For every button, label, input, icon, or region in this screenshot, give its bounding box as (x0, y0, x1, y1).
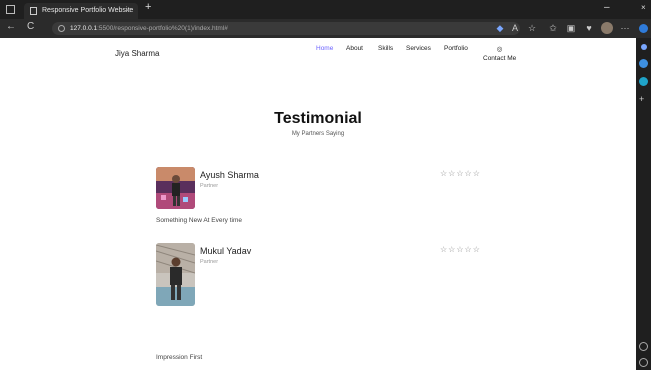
shopping-icon[interactable] (639, 59, 648, 68)
page-favicon-icon (30, 7, 37, 15)
add-sidebar-icon[interactable]: + (639, 95, 648, 104)
site-info-icon[interactable] (58, 25, 65, 32)
favorites-list-icon[interactable]: ✩ (548, 23, 558, 33)
read-aloud-icon[interactable]: A (510, 23, 520, 33)
star-rating-icon: ☆☆☆☆☆ (440, 245, 481, 254)
partner-role: Partner (200, 259, 219, 265)
nav-home[interactable]: Home (316, 45, 333, 52)
nav-skills[interactable]: Skills (378, 45, 393, 52)
minimize-button[interactable]: – (604, 2, 610, 13)
url-path: :5500/responsive-portfolio%20(1)/index.h… (97, 25, 228, 32)
partner-photo (156, 243, 195, 306)
nav-contact-label: Contact Me (483, 55, 517, 62)
back-arrow-icon[interactable]: ← (6, 21, 16, 32)
settings-gear-icon[interactable] (639, 358, 648, 367)
partner-name: Mukul Yadav (200, 246, 252, 256)
partner-photo (156, 167, 195, 209)
testimonial-quote: Something New At Every time (156, 217, 242, 224)
site-brand[interactable]: Jiya Sharma (115, 49, 159, 58)
search-icon[interactable] (641, 44, 647, 50)
window-menu-icon[interactable] (6, 5, 15, 14)
testimonial-quote: Impression First (156, 354, 203, 361)
new-tab-button[interactable]: + (145, 1, 151, 13)
browser-tab[interactable]: Responsive Portfolio Website × (24, 3, 138, 19)
url-host: 127.0.0.1 (70, 25, 98, 32)
portfolio-page: Jiya Sharma Home About Skills Services P… (0, 38, 636, 370)
reload-icon[interactable]: C (27, 21, 34, 32)
nav-contact[interactable]: ◎ Contact Me (483, 45, 516, 63)
section-subtitle: My Partners Saying (291, 131, 345, 137)
nav-portfolio[interactable]: Portfolio (444, 45, 468, 52)
edge-sidebar: + (636, 24, 651, 370)
copilot-icon[interactable] (639, 24, 648, 33)
section-title: Testimonial (274, 110, 362, 127)
address-bar: ← C 127.0.0.1:5500/responsive-portfolio%… (0, 19, 651, 38)
nav-services[interactable]: Services (406, 45, 431, 52)
profile-avatar[interactable] (601, 22, 613, 34)
browser-title-bar: Responsive Portfolio Website × + – × (0, 0, 651, 19)
tools-icon[interactable] (639, 77, 648, 86)
window-close-button[interactable]: × (641, 3, 646, 12)
contact-icon: ◎ (496, 46, 503, 53)
partner-role: Partner (200, 183, 219, 189)
url-field[interactable]: 127.0.0.1:5500/responsive-portfolio%20(1… (52, 22, 520, 35)
tab-title: Responsive Portfolio Website (42, 7, 134, 14)
collections-icon[interactable]: ▣ (566, 23, 576, 33)
browser-essentials-icon[interactable]: ♥ (584, 23, 594, 33)
extension-icon[interactable]: ◆ (495, 23, 505, 33)
nav-about[interactable]: About (346, 45, 363, 52)
sidebar-layout-icon[interactable] (639, 342, 648, 351)
favorite-star-icon[interactable]: ☆ (527, 23, 537, 33)
tab-close-icon[interactable]: × (125, 3, 130, 19)
partner-name: Ayush Sharma (200, 170, 259, 180)
star-rating-icon: ☆☆☆☆☆ (440, 169, 481, 178)
more-menu-icon[interactable]: ··· (620, 23, 630, 33)
